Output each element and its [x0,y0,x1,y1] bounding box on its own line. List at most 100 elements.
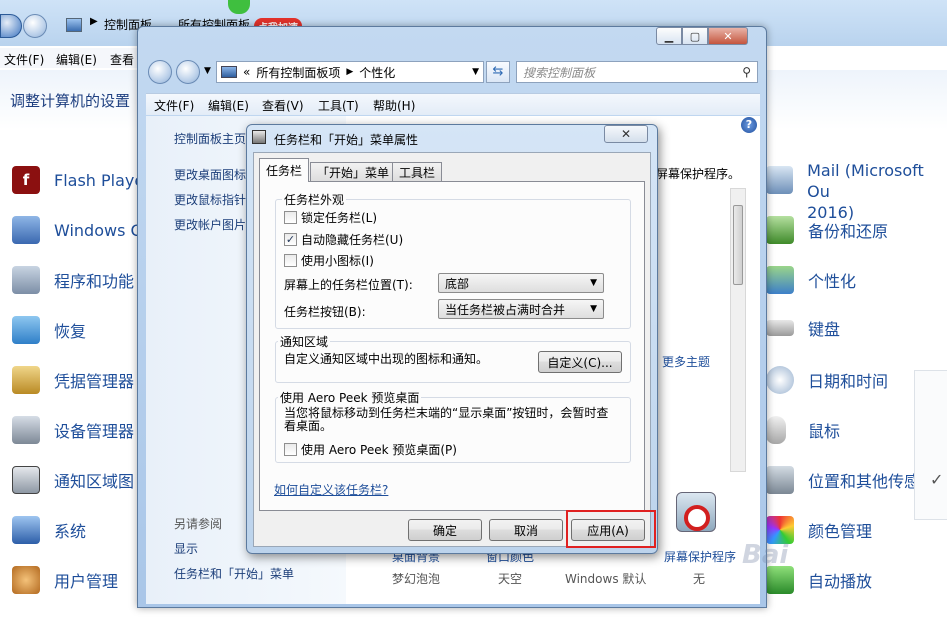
control-panel-icon [66,18,82,32]
bg-item-location[interactable]: 位置和其他传感 [766,466,920,494]
bg-item-keyboard[interactable]: 键盘 [766,316,840,340]
bg-item-user[interactable]: 用户管理 [12,566,118,594]
address-personalization[interactable]: 个性化 [359,64,395,81]
bg-item-label: 恢复 [54,322,87,341]
sidebar-link-home[interactable]: 控制面板主页 [174,130,246,147]
bg-item-device-manager[interactable]: 设备管理器 [12,416,134,444]
bg-item-label: 凭据管理器 [54,372,135,391]
dialog-title: 任务栏和「开始」菜单属性 [274,133,419,147]
checkbox-box[interactable] [284,442,297,456]
dialog-close-button[interactable]: ✕ [604,125,648,143]
group-title-peek: 使用 Aero Peek 预览桌面 [278,389,422,406]
bg-menu-edit[interactable]: 编辑(E) [56,51,97,68]
position-select[interactable]: 底部 ▼ [438,273,604,293]
tab-toolbars[interactable]: 工具栏 [392,162,443,182]
tab-taskbar[interactable]: 任务栏 [259,158,310,182]
checkbox-auto-hide[interactable]: ✓ 自动隐藏任务栏(U) [284,230,403,248]
forward-button[interactable] [23,14,47,38]
bg-item-label: 键盘 [808,320,841,339]
bg-item-label: Mail (Microsoft Ou [807,161,924,201]
sidebar-link-desktop-icons[interactable]: 更改桌面图标 [174,166,246,183]
checkbox-lock-taskbar[interactable]: 锁定任务栏(L) [284,208,377,226]
device-manager-icon [12,416,40,444]
bg-item-label: 备份和还原 [808,222,889,241]
customize-button[interactable]: 自定义(C)... [538,351,622,373]
menu-help[interactable]: 帮助(H) [373,97,415,114]
bg-item-system[interactable]: 系统 [12,516,86,544]
sidebar-link-account-picture[interactable]: 更改帐户图片 [174,216,246,233]
checkbox-small-icons[interactable]: 使用小图标(I) [284,251,374,269]
menu-tools[interactable]: 工具(T) [318,97,359,114]
address-dropdown-icon[interactable]: ▼ [472,67,479,77]
bg-menu-view[interactable]: 查看 [110,51,134,68]
keyboard-icon [766,320,794,336]
checkbox-box[interactable] [284,210,297,224]
notification-area-icon [12,466,40,494]
theme-dream-bubbles: 梦幻泡泡 [392,572,441,586]
checkbox-label: 使用 Aero Peek 预览桌面(P) [301,442,457,457]
sidebar-link-mouse-pointers[interactable]: 更改鼠标指针 [174,191,246,208]
no-screensaver-icon [684,505,710,531]
see-also-taskbar[interactable]: 任务栏和「开始」菜单 [174,565,294,582]
bg-menu-file[interactable]: 文件(F) [4,51,44,68]
see-also-title: 另请参阅 [174,517,223,531]
bg-item-label: Flash Playe [54,170,145,190]
minimize-button[interactable]: ▁ [656,27,682,45]
bg-item-backup[interactable]: 备份和还原 [766,216,888,244]
mail-icon [766,166,794,194]
search-box[interactable]: 搜索控制面板 ⚲ [516,61,758,83]
scrollbar-thumb[interactable] [733,205,743,285]
group-title-notify: 通知区域 [278,333,331,350]
buttons-select[interactable]: 当任务栏被占满时合并 ▼ [438,299,604,319]
baidu-watermark-logo: Bai [742,540,789,570]
bg-item-label: Windows C [54,220,142,240]
checkbox-box-checked[interactable]: ✓ [284,232,297,246]
bottom-link-screensaver[interactable]: 屏幕保护程序 [664,548,736,565]
ok-button[interactable]: 确定 [408,519,482,541]
see-also-display[interactable]: 显示 [174,540,198,557]
menu-view[interactable]: 查看(V) [262,97,304,114]
window-controls: ▁ ▢ ✕ [656,27,748,45]
bg-item-notification-area[interactable]: 通知区域图 [12,466,134,494]
address-monitor-icon [221,66,237,78]
tab-start-menu[interactable]: 「开始」菜单 [310,162,397,182]
notify-desc: 自定义通知区域中出现的图标和通知。 [284,352,489,366]
bg-item-label: 颜色管理 [808,522,873,541]
chevron-down-icon: ▼ [590,278,597,288]
bg-item-flash[interactable]: f Flash Playe [12,166,144,194]
more-themes-link[interactable]: 更多主题 [662,353,710,370]
bg-item-programs[interactable]: 程序和功能 [12,266,134,294]
theme-windows-default: Windows 默认 [565,572,647,586]
theme-scrollbar[interactable] [730,188,746,472]
maximize-button[interactable]: ▢ [682,27,708,45]
checkbox-aero-peek[interactable]: 使用 Aero Peek 预览桌面(P) [284,440,457,458]
close-button[interactable]: ✕ [708,27,748,45]
menu-edit[interactable]: 编辑(E) [208,97,249,114]
location-icon [766,466,794,494]
screensaver-hint: 屏幕保护程序。 [656,167,741,181]
bg-item-label: 设备管理器 [54,422,135,441]
address-all-items[interactable]: 所有控制面板项 [256,64,340,81]
buttons-label: 任务栏按钮(B): [284,305,366,319]
bg-item-personalization[interactable]: 个性化 [766,266,856,294]
win-back-button[interactable] [148,60,172,84]
recovery-icon [12,316,40,344]
bg-item-mail[interactable]: Mail (Microsoft Ou 2016) [766,160,947,223]
menu-file[interactable]: 文件(F) [154,97,194,114]
help-link-customize-taskbar[interactable]: 如何自定义该任务栏? [274,481,388,498]
address-bar[interactable]: « 所有控制面板项 ▶ 个性化 ▼ [216,61,484,83]
win-forward-button[interactable] [176,60,200,84]
refresh-button[interactable]: ⇆ [486,61,510,83]
checkbox-box[interactable] [284,253,297,267]
help-icon[interactable]: ? [741,117,757,133]
bg-item-datetime[interactable]: 日期和时间 [766,366,888,394]
bg-item-windows-cardspace[interactable]: Windows C [12,216,142,244]
bg-item-mouse[interactable]: 鼠标 [766,416,840,444]
bg-item-recovery[interactable]: 恢复 [12,316,86,344]
bg-item-credential[interactable]: 凭据管理器 [12,366,134,394]
search-input[interactable]: 搜索控制面板 [523,64,595,81]
backup-icon [766,216,794,244]
history-dropdown-icon[interactable]: ▼ [204,66,211,76]
position-value: 底部 [445,276,470,291]
cancel-button[interactable]: 取消 [489,519,563,541]
